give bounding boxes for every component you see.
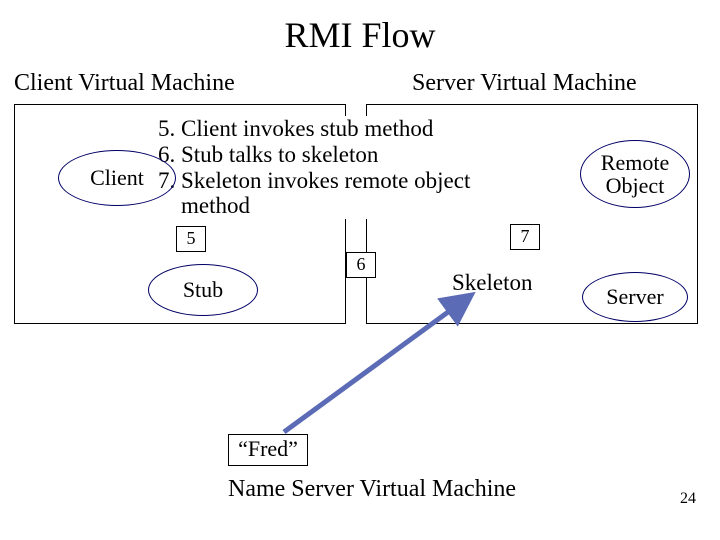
marker-6: 6 bbox=[346, 252, 376, 278]
remote-object-node-label: Remote Object bbox=[581, 151, 689, 197]
client-node: Client bbox=[58, 150, 176, 206]
step-7-line1: 7. Skeleton invokes remote object bbox=[158, 168, 578, 194]
page-number: 24 bbox=[680, 490, 696, 508]
steps-list: 5. Client invokes stub method 6. Stub ta… bbox=[158, 116, 578, 219]
stub-node: Stub bbox=[148, 264, 258, 316]
server-node-label: Server bbox=[606, 284, 663, 310]
client-node-label: Client bbox=[90, 165, 144, 191]
step-7-line2: method bbox=[158, 193, 578, 219]
slide: RMI Flow Client Virtual Machine Server V… bbox=[0, 0, 720, 540]
server-vm-label: Server Virtual Machine bbox=[412, 70, 637, 97]
fred-box: “Fred” bbox=[228, 434, 308, 466]
marker-7: 7 bbox=[510, 224, 540, 250]
step-5: 5. Client invokes stub method bbox=[158, 116, 578, 142]
remote-object-node: Remote Object bbox=[580, 140, 690, 208]
name-server-label: Name Server Virtual Machine bbox=[228, 476, 516, 503]
skeleton-label: Skeleton bbox=[452, 270, 533, 296]
client-vm-label: Client Virtual Machine bbox=[14, 70, 235, 97]
page-title: RMI Flow bbox=[0, 14, 720, 56]
step-6: 6. Stub talks to skeleton bbox=[158, 142, 578, 168]
stub-node-label: Stub bbox=[183, 277, 223, 303]
marker-5: 5 bbox=[176, 226, 206, 252]
server-node: Server bbox=[582, 272, 688, 322]
